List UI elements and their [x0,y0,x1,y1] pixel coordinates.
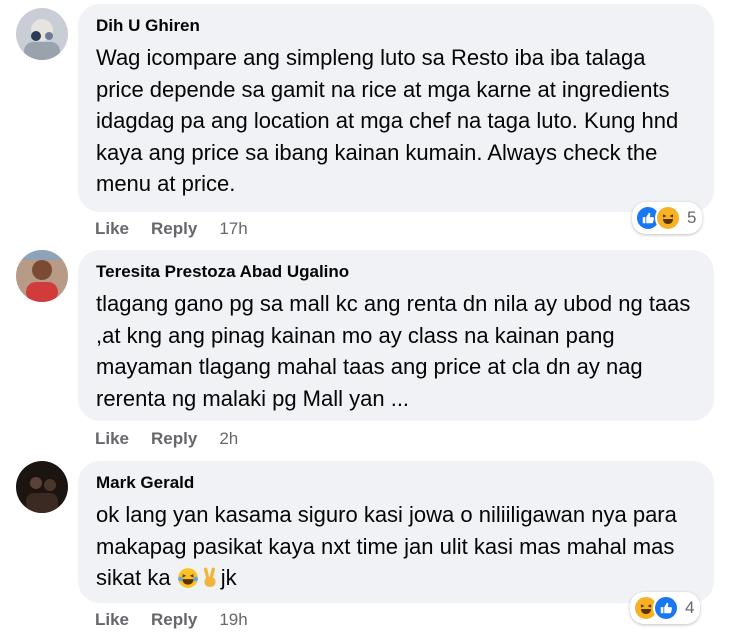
comment-timestamp[interactable]: 17h [219,219,247,239]
comment-timestamp[interactable]: 2h [219,429,238,449]
victory-hand-icon [199,566,221,598]
comment-actions: Like Reply 2h [95,429,238,449]
comment-bubble: Mark Gerald ok lang yan kasama siguro ka… [78,461,714,603]
haha-icon [655,205,681,231]
comment-text-end: jk [220,565,237,590]
like-button[interactable]: Like [95,429,129,449]
reaction-count: 5 [687,208,697,227]
comment-text: Wag icompare ang simpleng luto sa Resto … [96,45,679,196]
reaction-count: 4 [685,598,695,617]
tears-of-joy-icon [177,566,199,598]
comment-bubble: Teresita Prestoza Abad Ugalino tlagang g… [78,250,714,421]
comment-text: ok lang yan kasama siguro kasi jowa o ni… [96,499,696,598]
comment-actions: Like Reply 17h [95,219,248,239]
comment-author[interactable]: Mark Gerald [96,473,696,493]
comment-author[interactable]: Teresita Prestoza Abad Ugalino [96,262,696,282]
reply-button[interactable]: Reply [151,219,197,239]
reaction-summary[interactable]: 4 [630,592,701,624]
comment-actions: Like Reply 19h [95,610,248,630]
like-icon [653,595,679,621]
reply-button[interactable]: Reply [151,610,197,630]
like-button[interactable]: Like [95,219,129,239]
reaction-summary[interactable]: 5 [632,202,703,234]
like-button[interactable]: Like [95,610,129,630]
comment-bubble: Dih U Ghiren Wag icompare ang simpleng l… [78,4,714,212]
comment-text: tlagang gano pg sa mall kc ang renta dn … [96,291,691,411]
avatar[interactable] [16,8,68,60]
reply-button[interactable]: Reply [151,429,197,449]
avatar[interactable] [16,461,68,513]
avatar[interactable] [16,250,68,302]
comment-author[interactable]: Dih U Ghiren [96,16,696,36]
comment-timestamp[interactable]: 19h [219,610,247,630]
